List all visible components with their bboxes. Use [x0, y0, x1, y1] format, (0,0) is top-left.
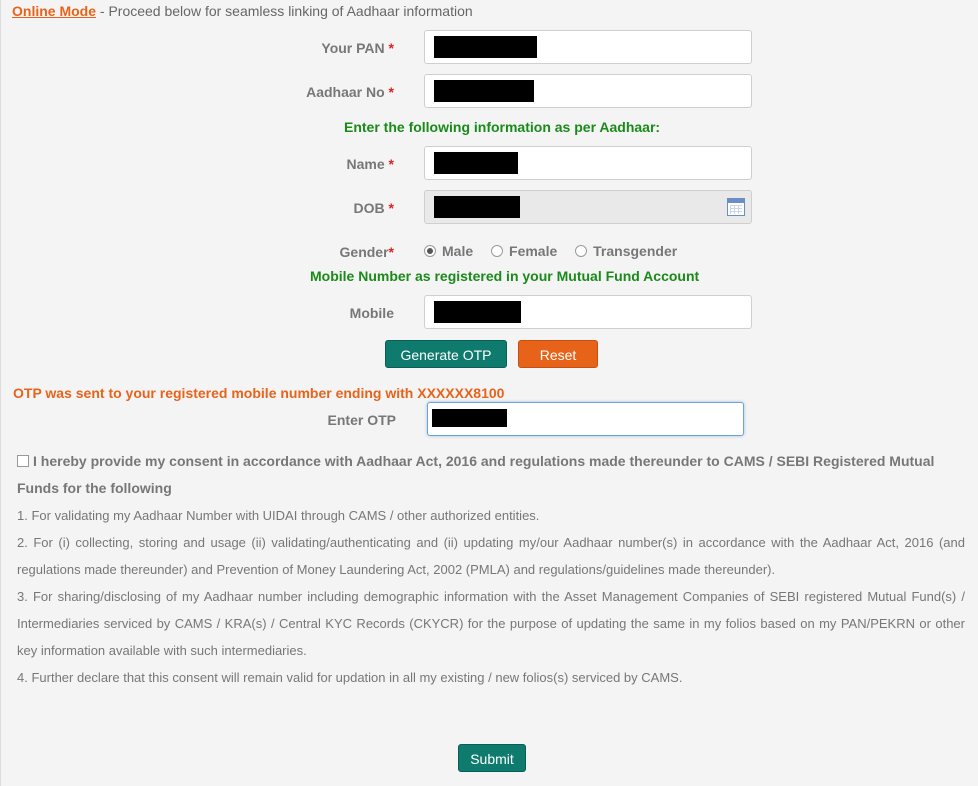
- pan-input[interactable]: [424, 30, 752, 64]
- generate-otp-button[interactable]: Generate OTP: [385, 340, 507, 368]
- consent-item: 4. Further declare that this consent wil…: [17, 670, 683, 685]
- dob-input[interactable]: [424, 190, 752, 224]
- radio-icon: [575, 245, 588, 257]
- calendar-icon[interactable]: [727, 198, 745, 216]
- mobile-input[interactable]: [424, 295, 752, 329]
- submit-button[interactable]: Submit: [458, 744, 526, 772]
- name-masked-value: [434, 152, 518, 174]
- intro-line: Online Mode - Proceed below for seamless…: [12, 3, 473, 19]
- gender-option-male[interactable]: Male: [424, 243, 473, 259]
- name-label: Name *: [346, 156, 394, 172]
- otp-masked-value: [432, 409, 507, 427]
- gender-option-female[interactable]: Female: [491, 243, 557, 259]
- aadhaar-masked-value: [434, 80, 534, 102]
- radio-selected-icon: [424, 245, 436, 257]
- mobile-info-heading: Mobile Number as registered in your Mutu…: [310, 268, 700, 284]
- mobile-masked-value: [434, 301, 521, 323]
- consent-section: I hereby provide my consent in accordanc…: [17, 448, 965, 691]
- aadhaar-link-page: Online Mode - Proceed below for seamless…: [0, 0, 978, 786]
- aadhaar-label: Aadhaar No *: [306, 84, 394, 100]
- aadhaar-info-heading: Enter the following information as per A…: [344, 119, 661, 135]
- gender-label: Gender*: [339, 244, 394, 260]
- otp-sent-message: OTP was sent to your registered mobile n…: [13, 385, 505, 401]
- consent-item: 2. For (i) collecting, storing and usage…: [17, 535, 965, 577]
- consent-item: 3. For sharing/disclosing of my Aadhaar …: [17, 589, 965, 658]
- pan-masked-value: [434, 36, 537, 58]
- online-mode-link[interactable]: Online Mode: [12, 3, 96, 19]
- intro-text: - Proceed below for seamless linking of …: [96, 3, 473, 19]
- consent-heading: I hereby provide my consent in accordanc…: [17, 453, 935, 496]
- dob-masked-value: [434, 196, 520, 218]
- mobile-label: Mobile: [349, 305, 394, 321]
- radio-icon: [491, 245, 504, 257]
- otp-input[interactable]: [427, 402, 744, 436]
- consent-checkbox[interactable]: [17, 455, 29, 467]
- name-input[interactable]: [424, 146, 752, 180]
- dob-label: DOB *: [353, 200, 394, 216]
- pan-label: Your PAN *: [321, 40, 394, 56]
- otp-label: Enter OTP: [327, 412, 396, 428]
- aadhaar-input[interactable]: [424, 74, 752, 108]
- consent-item: 1. For validating my Aadhaar Number with…: [17, 508, 540, 523]
- gender-radio-group: Male Female Transgender: [424, 243, 691, 260]
- gender-option-transgender[interactable]: Transgender: [575, 243, 677, 259]
- reset-button[interactable]: Reset: [518, 340, 598, 368]
